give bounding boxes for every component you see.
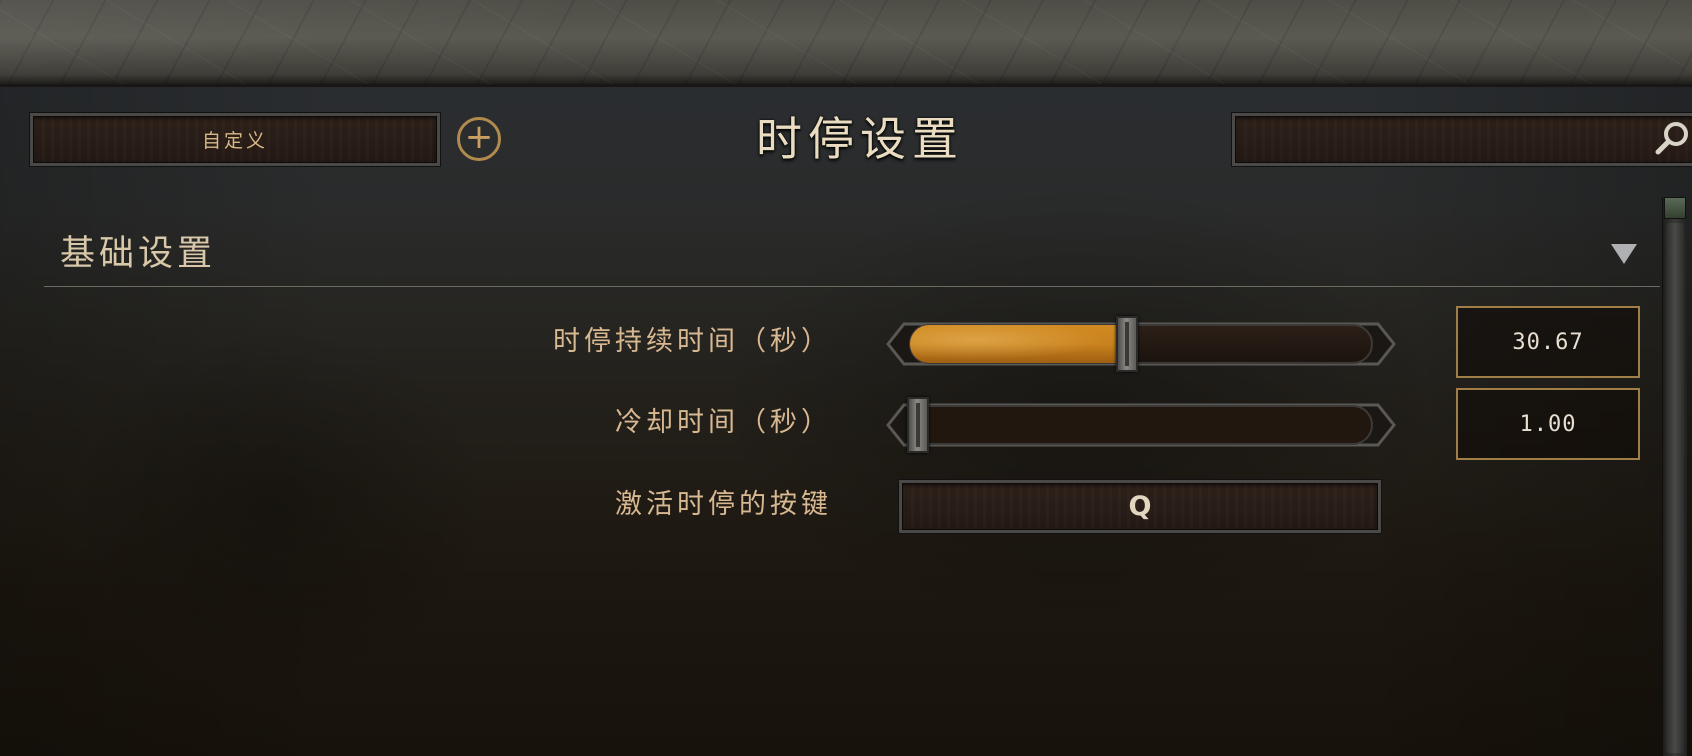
page-title: 时停设置 xyxy=(756,112,964,166)
duration-slider[interactable] xyxy=(882,316,1400,372)
vertical-scrollbar[interactable] xyxy=(1662,197,1687,756)
scrollbar-up-cap[interactable] xyxy=(1664,197,1686,219)
duration-label: 时停持续时间（秒） xyxy=(553,326,832,357)
search-input[interactable] xyxy=(1232,113,1692,166)
settings-panel-background xyxy=(0,87,1692,756)
section-title: 基础设置 xyxy=(60,234,217,274)
slider-fill xyxy=(910,325,1127,363)
section-basic-settings-header[interactable]: 基础设置 xyxy=(44,222,1660,287)
slider-thumb[interactable] xyxy=(907,397,929,453)
search-icon[interactable] xyxy=(1655,119,1692,156)
collapse-triangle-icon xyxy=(1611,244,1637,264)
duration-value-field[interactable]: 30.67 xyxy=(1456,306,1640,378)
preset-dropdown[interactable]: 自定义 xyxy=(30,113,440,166)
slider-thumb[interactable] xyxy=(1116,316,1138,372)
hotkey-value: Q xyxy=(1128,491,1152,522)
hotkey-label: 激活时停的按键 xyxy=(615,489,832,520)
hotkey-button[interactable]: Q xyxy=(899,480,1381,533)
cooldown-label: 冷却时间（秒） xyxy=(615,407,832,438)
slider-frame xyxy=(886,403,1396,447)
add-preset-button[interactable]: + xyxy=(457,117,501,161)
top-stone-banner xyxy=(0,0,1692,87)
cooldown-value-field[interactable]: 1.00 xyxy=(1456,388,1640,460)
preset-dropdown-label: 自定义 xyxy=(201,130,268,152)
scrollbar-thumb[interactable] xyxy=(1666,223,1684,753)
plus-circle-icon: + xyxy=(464,117,494,157)
cooldown-slider[interactable] xyxy=(882,397,1400,453)
